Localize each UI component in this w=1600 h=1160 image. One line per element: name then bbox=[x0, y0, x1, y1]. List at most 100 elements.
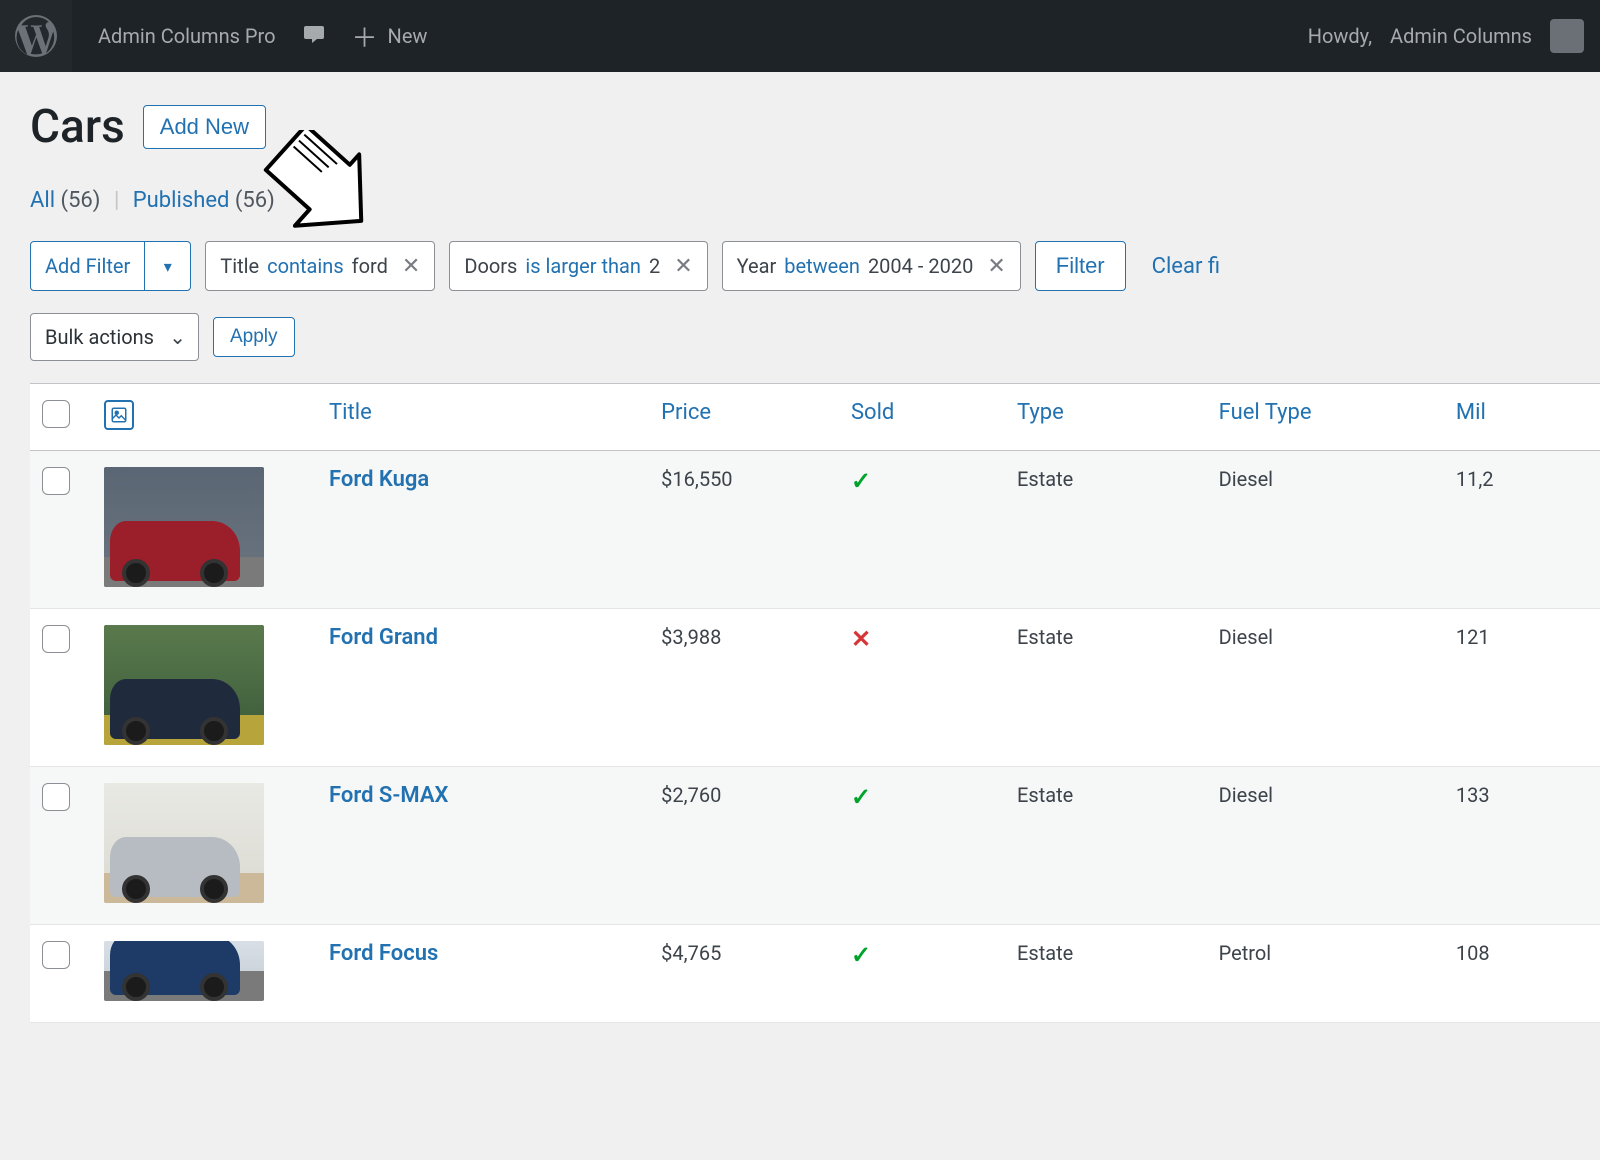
row-mileage-cell: 133 bbox=[1444, 767, 1600, 925]
row-thumb-cell[interactable] bbox=[92, 451, 317, 609]
row-title-cell: Ford S-MAX bbox=[317, 767, 649, 925]
close-icon[interactable]: ✕ bbox=[987, 254, 1005, 279]
apply-button[interactable]: Apply bbox=[213, 317, 295, 357]
caret-down-icon: ▾ bbox=[164, 257, 172, 276]
comments-link[interactable] bbox=[302, 22, 326, 51]
row-mileage-cell: 108 bbox=[1444, 925, 1600, 1023]
row-title-cell: Ford Focus bbox=[317, 925, 649, 1023]
row-thumb-cell[interactable] bbox=[92, 767, 317, 925]
row-thumb-cell[interactable] bbox=[92, 609, 317, 767]
add-new-button[interactable]: Add New bbox=[143, 105, 266, 149]
row-sold-cell: ✕ bbox=[839, 609, 1005, 767]
filter-chip-year[interactable]: Year between 2004 - 2020 ✕ bbox=[722, 241, 1021, 291]
howdy-text: Howdy, bbox=[1308, 24, 1372, 48]
bulk-actions-select[interactable]: Bulk actions ⌄ bbox=[30, 313, 199, 361]
row-type-cell: Estate bbox=[1005, 925, 1207, 1023]
car-thumbnail bbox=[104, 625, 264, 745]
filter-value: 2 bbox=[649, 254, 660, 278]
avatar bbox=[1550, 19, 1584, 53]
row-type-cell: Estate bbox=[1005, 609, 1207, 767]
row-price-cell: $16,550 bbox=[649, 451, 839, 609]
filter-value: ford bbox=[352, 254, 388, 278]
status-filter-links: All (56) | Published (56) bbox=[30, 188, 1600, 213]
table-row: Ford Grand $3,988 ✕ Estate Diesel 121 bbox=[30, 609, 1600, 767]
bulk-actions-label: Bulk actions bbox=[45, 325, 154, 349]
row-fuel-cell: Petrol bbox=[1207, 925, 1444, 1023]
row-title-link[interactable]: Ford Focus bbox=[329, 941, 438, 966]
car-thumbnail bbox=[104, 467, 264, 587]
wordpress-logo[interactable] bbox=[0, 0, 72, 72]
row-fuel-cell: Diesel bbox=[1207, 767, 1444, 925]
check-icon: ✓ bbox=[851, 467, 871, 495]
wordpress-icon bbox=[15, 15, 57, 57]
row-sold-cell: ✓ bbox=[839, 925, 1005, 1023]
filter-operator: between bbox=[784, 254, 860, 278]
table-row: Ford S-MAX $2,760 ✓ Estate Diesel 133 bbox=[30, 767, 1600, 925]
row-title-cell: Ford Grand bbox=[317, 609, 649, 767]
row-title-cell: Ford Kuga bbox=[317, 451, 649, 609]
row-fuel-cell: Diesel bbox=[1207, 609, 1444, 767]
filter-button[interactable]: Filter bbox=[1035, 241, 1126, 291]
clear-filters-link[interactable]: Clear fi bbox=[1152, 254, 1220, 279]
row-checkbox-cell[interactable] bbox=[30, 451, 92, 609]
plus-icon: ＋ bbox=[352, 18, 378, 55]
filter-field: Doors bbox=[464, 254, 517, 278]
column-fuel[interactable]: Fuel Type bbox=[1207, 384, 1444, 451]
row-price-cell: $4,765 bbox=[649, 925, 839, 1023]
site-title-link[interactable]: Admin Columns Pro bbox=[98, 24, 276, 48]
row-type-cell: Estate bbox=[1005, 451, 1207, 609]
filter-value: 2004 - 2020 bbox=[868, 254, 973, 278]
admin-bar: Admin Columns Pro ＋ New Howdy, Admin Col… bbox=[0, 0, 1600, 72]
close-icon[interactable]: ✕ bbox=[402, 254, 420, 279]
row-fuel-cell: Diesel bbox=[1207, 451, 1444, 609]
separator: | bbox=[114, 188, 119, 213]
filter-field: Title bbox=[220, 254, 259, 278]
row-title-link[interactable]: Ford S-MAX bbox=[329, 783, 448, 808]
column-title[interactable]: Title bbox=[317, 384, 649, 451]
row-type-cell: Estate bbox=[1005, 767, 1207, 925]
comments-icon bbox=[302, 22, 326, 51]
filter-chip-doors[interactable]: Doors is larger than 2 ✕ bbox=[449, 241, 707, 291]
row-price-cell: $3,988 bbox=[649, 609, 839, 767]
column-image[interactable] bbox=[92, 384, 317, 451]
filter-operator: is larger than bbox=[525, 254, 641, 278]
column-type[interactable]: Type bbox=[1005, 384, 1207, 451]
row-title-link[interactable]: Ford Kuga bbox=[329, 467, 429, 492]
status-published-count: (56) bbox=[235, 188, 275, 213]
site-title-text: Admin Columns Pro bbox=[98, 24, 276, 48]
add-filter-button[interactable]: Add Filter ▾ bbox=[30, 241, 191, 291]
filter-operator: contains bbox=[267, 254, 344, 278]
check-icon: ✓ bbox=[851, 783, 871, 811]
column-price[interactable]: Price bbox=[649, 384, 839, 451]
row-sold-cell: ✓ bbox=[839, 451, 1005, 609]
table-row: Ford Kuga $16,550 ✓ Estate Diesel 11,2 bbox=[30, 451, 1600, 609]
filter-chip-title[interactable]: Title contains ford ✕ bbox=[205, 241, 435, 291]
check-icon: ✓ bbox=[851, 941, 871, 969]
howdy-area[interactable]: Howdy, Admin Columns bbox=[1308, 19, 1584, 53]
new-label: New bbox=[388, 24, 428, 48]
row-price-cell: $2,760 bbox=[649, 767, 839, 925]
row-title-link[interactable]: Ford Grand bbox=[329, 625, 438, 650]
column-mileage[interactable]: Mil bbox=[1444, 384, 1600, 451]
image-icon bbox=[104, 400, 134, 430]
column-checkbox[interactable] bbox=[30, 384, 92, 451]
car-thumbnail bbox=[104, 941, 264, 1001]
row-checkbox-cell[interactable] bbox=[30, 925, 92, 1023]
x-icon: ✕ bbox=[851, 625, 871, 653]
posts-table: Title Price Sold Type Fuel Type Mil Ford… bbox=[30, 383, 1600, 1023]
row-checkbox-cell[interactable] bbox=[30, 609, 92, 767]
add-filter-dropdown[interactable]: ▾ bbox=[144, 242, 190, 290]
filter-field: Year bbox=[737, 254, 777, 278]
status-all-link[interactable]: All bbox=[30, 188, 55, 213]
status-published-link[interactable]: Published bbox=[133, 188, 230, 213]
chevron-down-icon: ⌄ bbox=[169, 325, 186, 349]
row-thumb-cell[interactable] bbox=[92, 925, 317, 1023]
column-sold[interactable]: Sold bbox=[839, 384, 1005, 451]
car-thumbnail bbox=[104, 783, 264, 903]
new-content-link[interactable]: ＋ New bbox=[352, 18, 428, 55]
row-checkbox-cell[interactable] bbox=[30, 767, 92, 925]
status-all-count: (56) bbox=[61, 188, 101, 213]
row-sold-cell: ✓ bbox=[839, 767, 1005, 925]
user-display-name: Admin Columns bbox=[1390, 24, 1532, 48]
close-icon[interactable]: ✕ bbox=[674, 254, 692, 279]
